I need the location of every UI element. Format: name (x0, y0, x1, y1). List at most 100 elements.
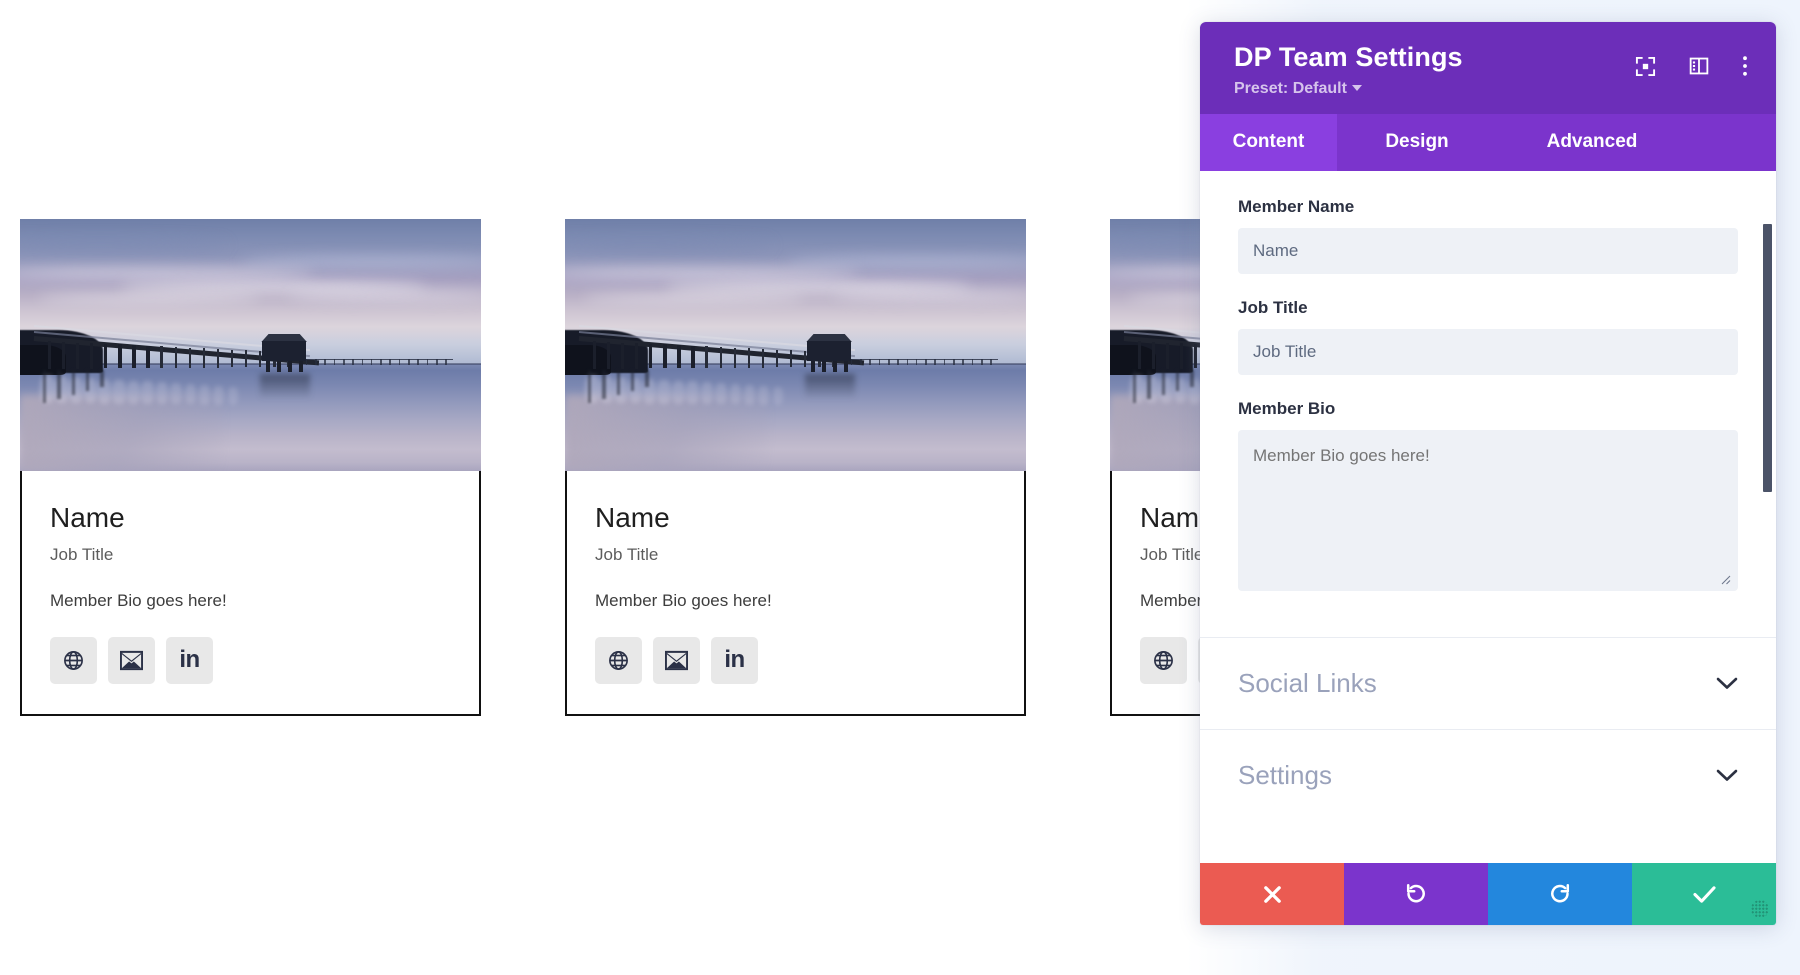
piling-reflection (170, 383, 182, 405)
undo-button[interactable] (1344, 863, 1488, 925)
cloud-streak (20, 239, 228, 252)
piling-reflection (213, 385, 225, 405)
pier-piling (606, 341, 611, 369)
panel-header: DP Team Settings Preset: Default (1200, 22, 1776, 115)
pier-piling (1179, 343, 1184, 369)
distant-pier-post (342, 359, 345, 365)
social-link-email[interactable] (653, 636, 700, 684)
stilt-house-leg (299, 360, 303, 372)
settings-panel: DP Team Settings Preset: Default Content… (1200, 22, 1776, 925)
pier-piling (1194, 343, 1198, 369)
distant-pier-post (850, 359, 853, 365)
distant-pier-post (389, 359, 392, 365)
globe-icon (607, 649, 630, 672)
accordion-label-settings: Settings (1238, 760, 1332, 791)
distant-pier-post (943, 359, 946, 365)
cloud-streak (241, 257, 481, 268)
redo-button[interactable] (1488, 863, 1632, 925)
social-link-linkedin[interactable]: in (166, 636, 213, 684)
distant-pier (850, 359, 999, 365)
pier-piling (188, 347, 191, 368)
job-title-input[interactable] (1238, 329, 1738, 376)
stilt-house-leg (844, 360, 848, 372)
pier-piling (649, 343, 653, 369)
cancel-button[interactable] (1200, 863, 1344, 925)
member-photo (20, 219, 481, 471)
tab-content[interactable]: Content (1200, 114, 1337, 172)
distant-pier-post (370, 359, 373, 365)
pier-piling (733, 347, 736, 368)
panel-scrollbar[interactable] (1763, 171, 1772, 863)
pier-piling (1165, 342, 1170, 369)
distant-pier-post (980, 359, 983, 365)
envelope-icon (120, 649, 143, 672)
field-label-job-title: Job Title (1238, 298, 1308, 318)
team-member-card: Name Job Title Member Bio goes here! (565, 219, 1026, 716)
shore-piling (71, 370, 76, 395)
preset-selector[interactable]: Preset: Default (1234, 80, 1362, 98)
distant-pier-post (860, 359, 862, 365)
envelope-icon (665, 649, 688, 672)
distant-pier-post (361, 359, 364, 365)
pier-piling (160, 346, 163, 368)
piling-reflection (715, 383, 727, 405)
member-info: Name Job Title Member Bio goes here! (565, 471, 1026, 716)
pier-piling (132, 345, 136, 369)
tab-advanced[interactable]: Advanced (1497, 114, 1687, 171)
tab-design[interactable]: Design (1337, 114, 1497, 171)
shore-piling (1175, 370, 1180, 391)
member-name-input[interactable] (1238, 228, 1738, 275)
check-icon (1692, 884, 1717, 905)
stilt-house (807, 341, 852, 361)
panel-scroll-area[interactable]: Member Name Job Title Member Bio (1200, 171, 1776, 863)
save-button[interactable] (1632, 863, 1776, 925)
stilt-house-leg (833, 360, 837, 372)
accordion-settings[interactable]: Settings (1200, 729, 1776, 821)
member-photo (565, 219, 1026, 471)
social-links-row: in (595, 636, 996, 684)
shore-piling (1133, 370, 1137, 403)
cloud-streak (287, 292, 481, 300)
preset-label: Preset: Default (1234, 80, 1347, 98)
more-vertical-icon[interactable] (1742, 55, 1748, 77)
panel-resize-handle-icon[interactable] (1751, 900, 1769, 918)
distant-pier-post (925, 359, 927, 365)
pier-piling (620, 342, 625, 369)
panel-footer (1200, 863, 1776, 925)
accordion-social-links[interactable]: Social Links (1200, 637, 1776, 729)
cloud-streak (20, 268, 316, 278)
social-link-email[interactable] (108, 636, 155, 684)
stilt-house-leg (266, 360, 270, 372)
stilt-house-reflection (804, 373, 856, 400)
piling-reflection (112, 379, 126, 404)
piling-reflection (743, 385, 756, 405)
shore-piling (1190, 370, 1194, 387)
pier-piling (761, 349, 765, 368)
focus-target-icon[interactable] (1635, 56, 1656, 77)
distant-pier-post (380, 359, 382, 365)
piling-reflection (772, 386, 784, 405)
photo-beach (565, 395, 768, 471)
layout-panel-icon[interactable] (1689, 56, 1709, 76)
social-link-website[interactable] (1140, 636, 1187, 684)
distant-pier-post (878, 359, 881, 365)
distant-pier-post (953, 359, 955, 365)
piling-reflection (198, 385, 211, 405)
member-job-title: Job Title (50, 544, 114, 564)
distant-pier (305, 359, 454, 365)
distant-pier-post (333, 359, 336, 365)
pier-piling (747, 348, 751, 368)
piling-reflection (227, 386, 239, 405)
scrollbar-thumb[interactable] (1763, 224, 1772, 493)
social-link-website[interactable] (595, 636, 642, 684)
social-link-linkedin[interactable]: in (711, 636, 758, 684)
shore-piling (616, 370, 621, 395)
distant-pier-post (445, 359, 447, 365)
distant-pier-post (971, 359, 974, 365)
pier-piling (775, 349, 779, 368)
member-bio-textarea[interactable] (1238, 430, 1738, 592)
social-link-website[interactable] (50, 636, 97, 684)
distant-pier-post (435, 359, 438, 365)
